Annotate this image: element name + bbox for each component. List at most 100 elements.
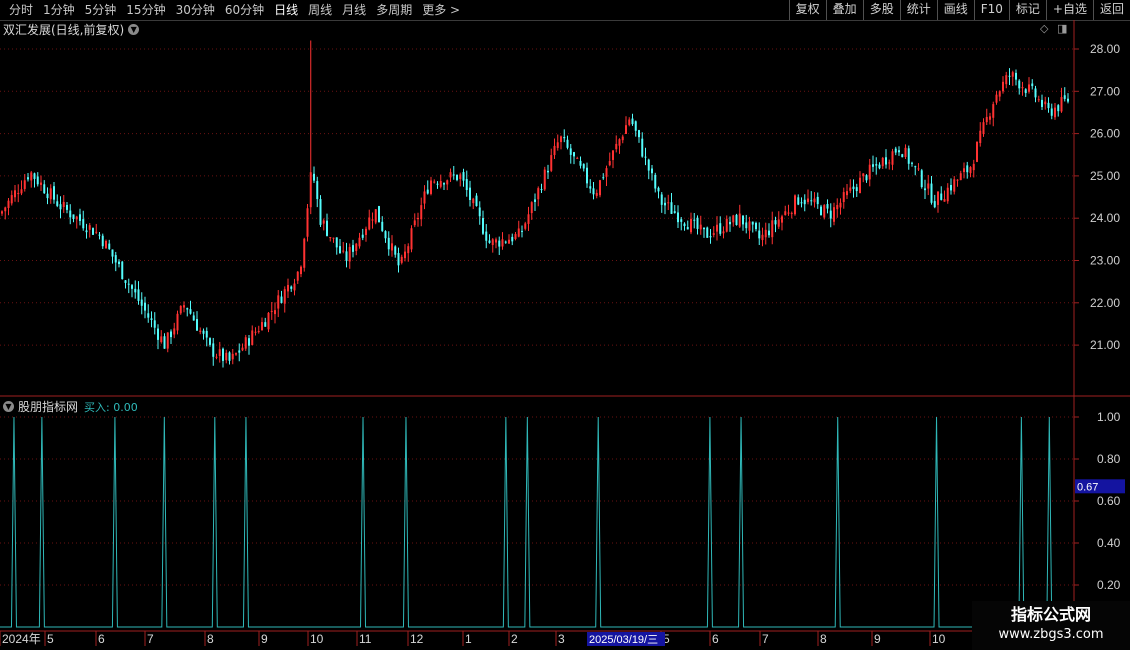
price-tick-label: 26.00 — [1090, 127, 1120, 141]
watermark: 指标公式网 www.zbgs3.com — [972, 601, 1130, 650]
candle-up — [1028, 84, 1030, 92]
candle-up — [235, 353, 237, 355]
candle-up — [764, 229, 767, 238]
candle-down — [914, 166, 917, 168]
candle-up — [712, 233, 715, 235]
candle-down — [456, 174, 458, 181]
indicator-tick-label: 0.40 — [1097, 536, 1121, 550]
candle-down — [443, 183, 445, 185]
candle-up — [937, 191, 939, 205]
candle-up — [332, 237, 335, 239]
candle-up — [322, 220, 325, 224]
candle-down — [381, 221, 384, 231]
time-axis-label: 10 — [310, 632, 324, 646]
candle-down — [248, 338, 250, 346]
candle-down — [316, 181, 319, 200]
candle-up — [95, 231, 98, 233]
candle-up — [846, 191, 848, 196]
candle-up — [625, 125, 627, 134]
candle-down — [589, 186, 592, 189]
candle-up — [501, 239, 504, 247]
candle-down — [475, 195, 478, 207]
time-axis-label: 10 — [932, 632, 946, 646]
candle-down — [504, 241, 507, 243]
candle-down — [654, 174, 657, 189]
candle-down — [378, 206, 380, 223]
candle-up — [183, 305, 185, 308]
candle-down — [189, 309, 192, 314]
candle-up — [433, 181, 436, 183]
candle-down — [361, 234, 364, 238]
watermark-title: 指标公式网 — [1010, 605, 1091, 624]
candle-down — [634, 121, 637, 131]
candle-down — [582, 164, 585, 169]
candle-down — [563, 136, 566, 139]
candle-down — [205, 330, 208, 338]
candle-up — [514, 234, 517, 239]
candle-down — [1031, 83, 1034, 87]
candle-up — [599, 180, 601, 196]
price-tick-label: 24.00 — [1090, 211, 1120, 225]
candle-down — [27, 177, 29, 180]
candle-down — [1041, 99, 1043, 107]
candle-down — [735, 214, 738, 225]
candle-down — [469, 187, 471, 200]
time-axis-label: 9 — [261, 632, 268, 646]
candle-up — [166, 332, 169, 349]
candle-up — [781, 216, 783, 223]
candle-up — [761, 234, 764, 241]
candle-down — [647, 159, 650, 171]
indicator-tick-label: 1.00 — [1097, 410, 1121, 424]
candle-up — [956, 179, 959, 181]
candle-down — [150, 318, 153, 321]
candle-up — [979, 130, 982, 144]
candle-down — [212, 343, 215, 357]
candle-up — [400, 256, 403, 263]
candle-down — [465, 179, 468, 191]
candle-up — [1011, 72, 1014, 77]
candle-up — [225, 352, 228, 361]
candle-up — [4, 207, 7, 212]
candle-down — [683, 223, 686, 227]
price-tick-label: 28.00 — [1090, 42, 1120, 56]
candle-down — [810, 200, 813, 202]
candle-down — [901, 154, 904, 158]
candle-up — [231, 353, 234, 360]
candle-up — [595, 192, 598, 196]
candle-up — [371, 219, 374, 221]
candle-down — [452, 174, 455, 176]
candle-up — [439, 180, 442, 187]
candle-up — [946, 187, 949, 202]
candle-up — [868, 164, 871, 180]
candle-up — [446, 180, 449, 185]
candle-down — [907, 148, 910, 164]
candle-up — [553, 145, 556, 156]
candle-up — [241, 347, 244, 351]
watermark-url: www.zbgs3.com — [998, 627, 1104, 642]
candle-up — [771, 220, 774, 238]
candle-down — [1057, 105, 1060, 112]
candle-down — [108, 243, 111, 249]
candle-up — [748, 221, 751, 231]
candle-up — [179, 305, 182, 314]
candle-down — [950, 185, 952, 191]
candle-up — [374, 209, 377, 223]
candle-up — [1002, 81, 1004, 92]
price-tick-label: 22.00 — [1090, 296, 1120, 310]
candle-down — [192, 315, 195, 321]
candle-down — [940, 193, 943, 200]
candle-down — [966, 165, 969, 173]
candle-down — [157, 328, 159, 340]
candle-up — [1037, 99, 1040, 101]
candle-up — [267, 312, 270, 330]
candle-down — [426, 189, 429, 194]
candle-up — [527, 214, 530, 224]
candle-up — [794, 195, 796, 215]
candle-down — [1015, 72, 1017, 80]
cursor-date: 2025/03/19/三 — [589, 634, 658, 646]
candle-down — [660, 194, 663, 205]
candle-up — [618, 139, 621, 146]
candle-down — [680, 219, 683, 222]
candle-up — [836, 204, 839, 210]
candle-up — [927, 183, 930, 189]
